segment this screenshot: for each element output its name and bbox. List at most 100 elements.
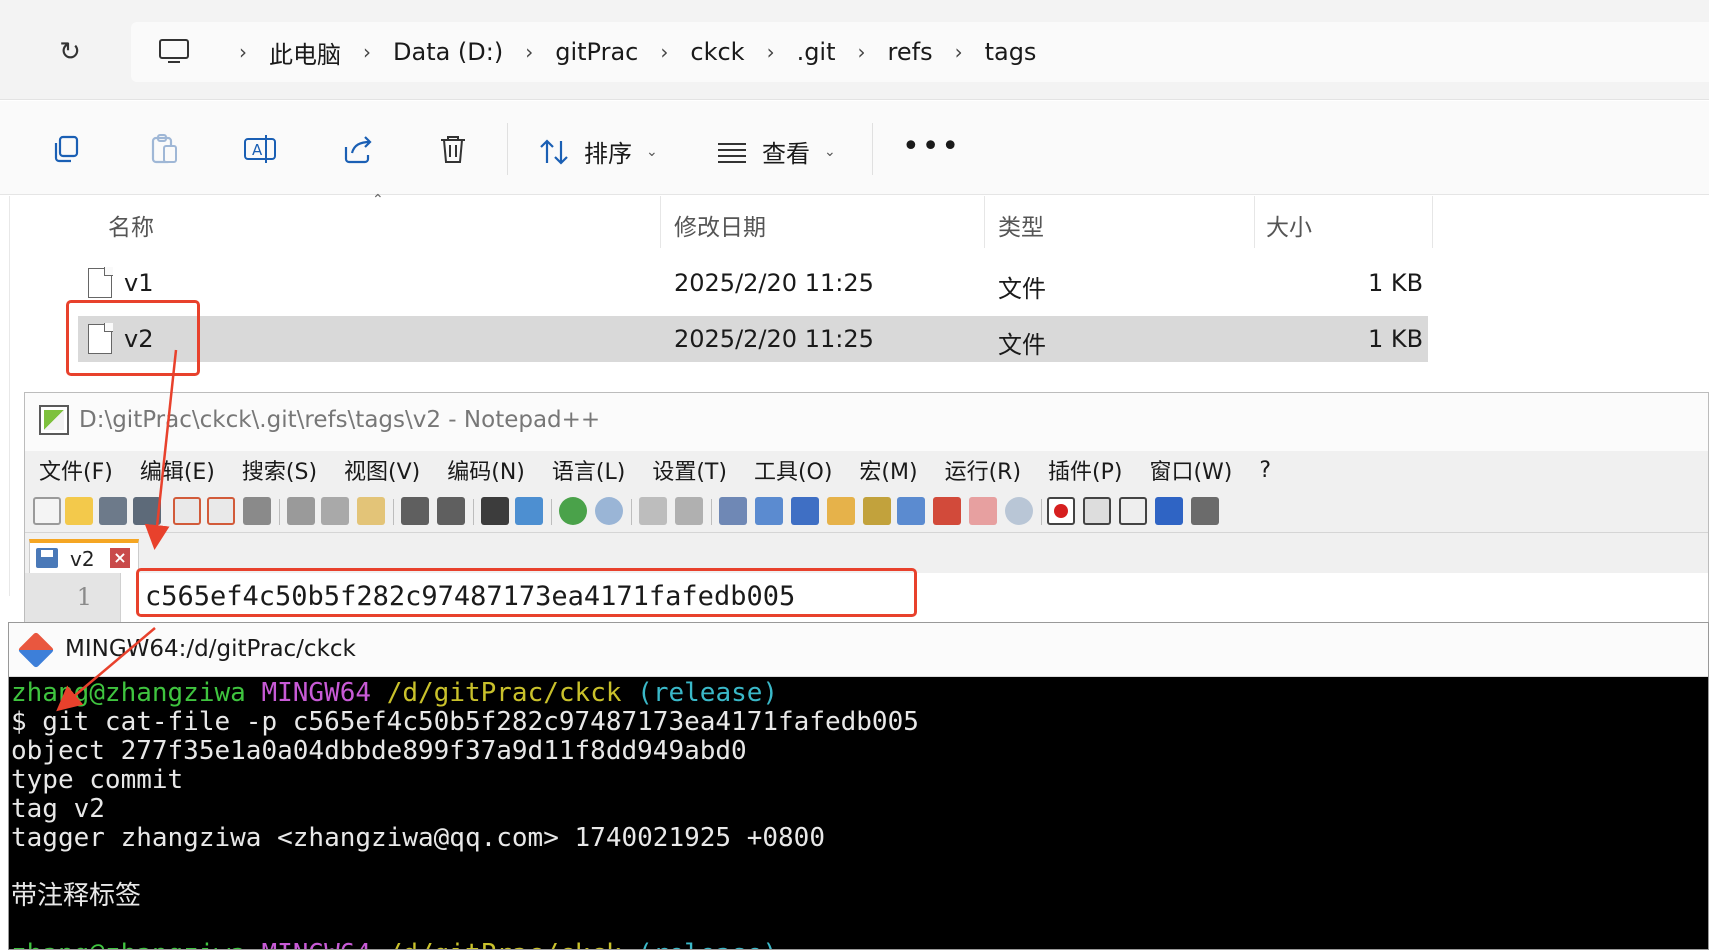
redo-icon[interactable] [437, 497, 465, 525]
sort-button[interactable]: 排序 ⌄ [538, 134, 658, 169]
zoom-out-icon[interactable] [595, 497, 623, 525]
sort-icon [540, 138, 568, 165]
tab-v2[interactable]: v2 × [29, 539, 139, 573]
project-panel-icon[interactable] [969, 497, 997, 525]
column-header-name[interactable]: 名称 [108, 208, 154, 242]
menu-macro[interactable]: 宏(M) [859, 454, 917, 486]
address-bar: ↻ › 此电脑 › Data (D:) › gitPrac › ckck › .… [0, 0, 1709, 100]
breadcrumb-item[interactable]: .git [797, 38, 836, 66]
monitoring-icon[interactable] [1005, 497, 1033, 525]
more-options-button[interactable]: ••• [902, 129, 961, 164]
menu-run[interactable]: 运行(R) [945, 454, 1021, 486]
save-macro-icon[interactable] [1191, 497, 1219, 525]
chevron-right-icon: › [525, 40, 534, 64]
rename-icon[interactable]: A [242, 131, 278, 167]
column-divider[interactable] [1432, 196, 1433, 248]
prompt-user: zhang@zhangziwa [11, 678, 246, 708]
chevron-down-icon: ⌄ [824, 143, 836, 160]
breadcrumb-item[interactable]: tags [985, 38, 1037, 66]
new-file-icon[interactable] [33, 497, 61, 525]
find-icon[interactable] [481, 497, 509, 525]
close-all-icon[interactable] [207, 497, 235, 525]
menu-file[interactable]: 文件(F) [39, 454, 113, 486]
prompt-env: MINGW64 [261, 678, 372, 708]
navigation-pane-edge [0, 196, 10, 596]
chevron-right-icon: › [660, 40, 669, 64]
toolbar-divider [711, 499, 712, 525]
menu-window[interactable]: 窗口(W) [1149, 454, 1232, 486]
file-row[interactable]: v1 2025/2/20 11:25 文件 1 KB [78, 260, 1428, 306]
zoom-in-icon[interactable] [559, 497, 587, 525]
menu-search[interactable]: 搜索(S) [242, 454, 317, 486]
menu-encoding[interactable]: 编码(N) [447, 454, 525, 486]
close-tab-icon[interactable]: × [110, 548, 130, 568]
chevron-down-icon: ⌄ [646, 143, 658, 160]
word-wrap-icon[interactable] [719, 497, 747, 525]
delete-icon[interactable] [435, 131, 471, 167]
sync-horizontal-icon[interactable] [675, 497, 703, 525]
view-button[interactable]: 查看 ⌄ [716, 134, 836, 169]
show-all-characters-icon[interactable] [755, 497, 783, 525]
paste-icon[interactable] [357, 497, 385, 525]
file-type: 文件 [998, 275, 1046, 303]
menu-edit[interactable]: 编辑(E) [140, 454, 215, 486]
breadcrumb-item[interactable]: 此电脑 [269, 35, 341, 70]
paste-icon[interactable] [146, 131, 182, 167]
menu-language[interactable]: 语言(L) [552, 454, 625, 486]
view-label: 查看 [762, 140, 810, 168]
sync-vertical-icon[interactable] [639, 497, 667, 525]
menu-view[interactable]: 视图(V) [344, 454, 420, 486]
terminal-title-bar[interactable]: MINGW64:/d/gitPrac/ckck [9, 623, 1708, 677]
function-list-icon[interactable] [897, 497, 925, 525]
breadcrumb-item[interactable]: refs [888, 38, 933, 66]
folder-as-workspace-icon[interactable] [933, 497, 961, 525]
document-map-icon[interactable] [863, 497, 891, 525]
run-macro-multiple-icon[interactable] [1155, 497, 1183, 525]
menu-settings[interactable]: 设置(T) [652, 454, 727, 486]
prompt-branch: (release) [637, 939, 778, 950]
toolbar-divider [393, 499, 394, 525]
menu-plugins[interactable]: 插件(P) [1048, 454, 1122, 486]
file-size: 1 KB [1368, 325, 1424, 353]
output-line: tag v2 [11, 794, 105, 824]
file-row-selected[interactable]: v2 2025/2/20 11:25 文件 1 KB [78, 316, 1428, 362]
breadcrumb-item[interactable]: gitPrac [555, 38, 638, 66]
undo-icon[interactable] [401, 497, 429, 525]
cut-icon[interactable] [287, 497, 315, 525]
copy-icon[interactable] [50, 131, 86, 167]
column-header-size[interactable]: 大小 [1266, 208, 1312, 242]
indent-guide-icon[interactable] [791, 497, 819, 525]
column-divider[interactable] [660, 196, 661, 248]
menu-help[interactable]: ? [1259, 458, 1271, 483]
print-icon[interactable] [243, 497, 271, 525]
record-macro-icon[interactable] [1047, 497, 1075, 525]
toolbar-divider [872, 123, 873, 175]
refresh-icon[interactable]: ↻ [55, 37, 85, 67]
column-header-modified[interactable]: 修改日期 [674, 208, 766, 242]
breadcrumb-item[interactable]: ckck [690, 38, 744, 66]
copy-icon[interactable] [321, 497, 349, 525]
sort-label: 排序 [584, 140, 632, 168]
menu-tools[interactable]: 工具(O) [754, 454, 832, 486]
replace-icon[interactable] [515, 497, 543, 525]
column-divider[interactable] [1254, 196, 1255, 248]
notepad-title-bar[interactable]: D:\gitPrac\ckck\.git\refs\tags\v2 - Note… [25, 393, 1708, 451]
save-all-icon[interactable] [133, 497, 161, 525]
column-header-type[interactable]: 类型 [998, 208, 1044, 242]
breadcrumb-item[interactable]: Data (D:) [393, 38, 503, 66]
stop-macro-icon[interactable] [1083, 497, 1111, 525]
language-icon[interactable] [827, 497, 855, 525]
close-icon[interactable] [173, 497, 201, 525]
share-icon[interactable] [340, 131, 376, 167]
column-divider[interactable] [984, 196, 985, 248]
save-icon[interactable] [99, 497, 127, 525]
terminal-output[interactable]: zhang@zhangziwa MINGW64 /d/gitPrac/ckck … [11, 677, 1708, 950]
computer-icon[interactable] [157, 38, 191, 66]
output-line: type commit [11, 765, 184, 795]
play-macro-icon[interactable] [1119, 497, 1147, 525]
terminal-title: MINGW64:/d/gitPrac/ckck [65, 636, 356, 662]
command-bar: A 排序 ⌄ 查看 ⌄ ••• [0, 101, 1709, 195]
breadcrumb[interactable]: › 此电脑 › Data (D:) › gitPrac › ckck › .gi… [131, 22, 1709, 82]
open-file-icon[interactable] [65, 497, 93, 525]
